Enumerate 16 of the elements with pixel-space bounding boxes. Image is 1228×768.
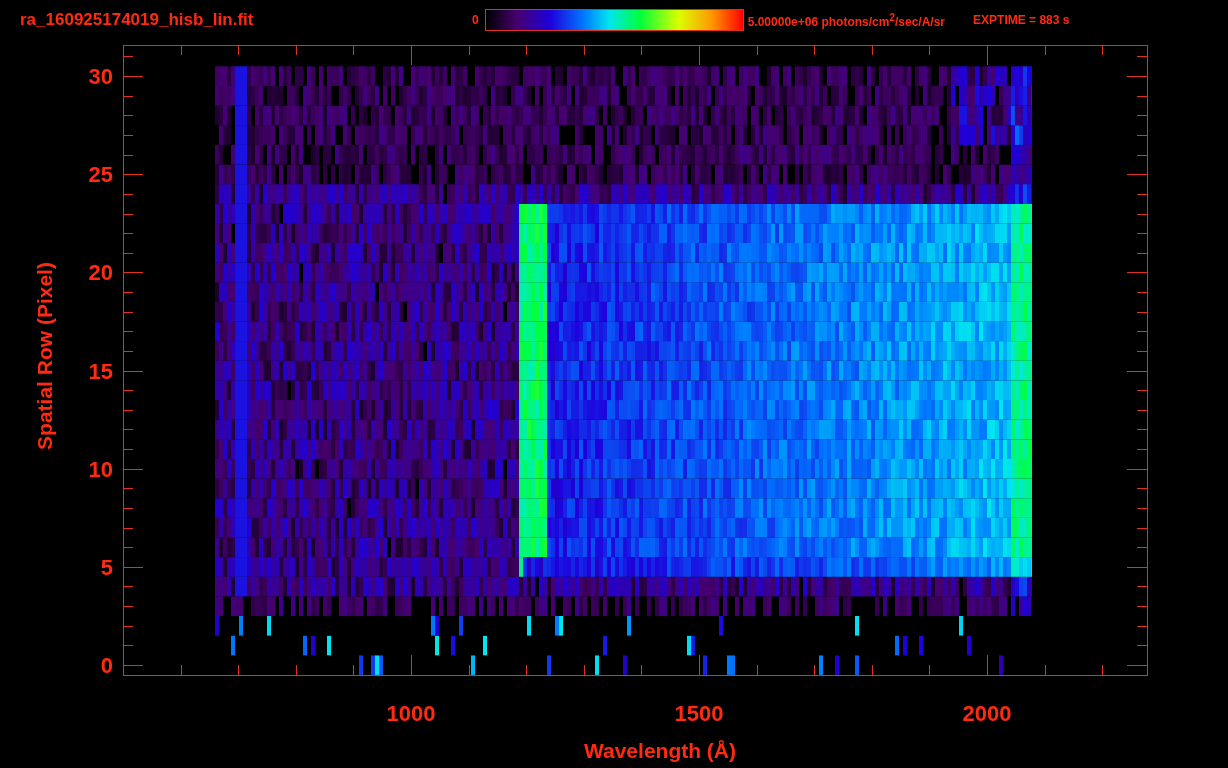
colorbar-min-label: 0	[472, 13, 479, 27]
y-tick-label: 30	[88, 64, 113, 90]
exposure-time: EXPTIME = 883 s	[973, 13, 1070, 27]
x-tick-label: 1000	[386, 701, 436, 726]
x-tick-label: 2000	[962, 701, 1012, 726]
y-tick-label: 0	[100, 653, 113, 678]
x-axis-label: Wavelength (Å)	[583, 739, 737, 762]
y-tick-label: 20	[88, 260, 113, 286]
file-title: ra_160925174019_hisb_lin.fit	[20, 10, 255, 30]
y-tick-label: 5	[100, 554, 113, 580]
y-tick-label: 15	[88, 358, 113, 384]
colorbar-max-label: 5.00000e+06 photons/cm$^{2}$/sec/A/sr	[747, 11, 946, 29]
y-axis-label: Spatial Row (Pixel)	[33, 262, 56, 450]
y-tick-label: 10	[88, 456, 113, 482]
y-tick-label: 25	[88, 162, 113, 188]
x-tick-label: 1500	[674, 701, 724, 726]
